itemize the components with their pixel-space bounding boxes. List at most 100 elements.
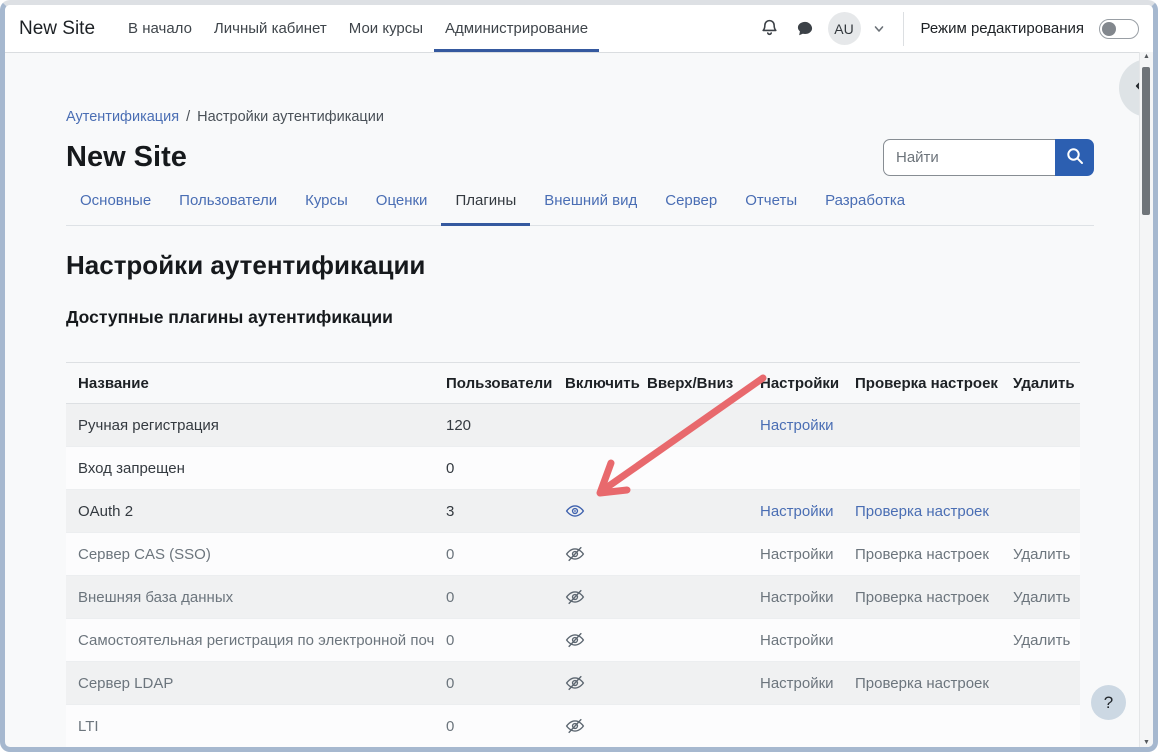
settings-cell: Настройки — [748, 417, 843, 434]
enable-cell — [553, 545, 635, 563]
test-settings-cell: Проверка настроек — [843, 503, 1001, 520]
vertical-scrollbar: ▲ ▼ — [1139, 52, 1153, 747]
delete-cell: Удалить — [1001, 632, 1080, 649]
table-body: Ручная регистрация120 Настройки Вход запре… — [66, 404, 1080, 748]
column-header-3: Вверх/Вниз — [635, 375, 748, 392]
scroll-up-arrow[interactable]: ▲ — [1140, 53, 1153, 60]
tab-1[interactable]: Пользователи — [165, 192, 291, 226]
tab-0[interactable]: Основные — [66, 192, 165, 226]
tab-5[interactable]: Внешний вид — [530, 192, 651, 226]
settings-cell: Настройки — [748, 632, 843, 649]
avatar[interactable]: AU — [828, 12, 861, 45]
settings-link[interactable]: Настройки — [760, 589, 834, 606]
nav-item-0[interactable]: В начало — [117, 5, 203, 52]
table-row: Внешняя база данных0 Настройки Проверка на… — [66, 576, 1080, 619]
delete-link[interactable]: Удалить — [1013, 632, 1070, 649]
chat-icon[interactable] — [793, 17, 817, 41]
tab-2[interactable]: Курсы — [291, 192, 362, 226]
plugin-name: LTI — [66, 718, 434, 735]
settings-link[interactable]: Настройки — [760, 417, 834, 434]
user-count: 0 — [434, 632, 553, 649]
enable-cell — [553, 674, 635, 692]
enable-cell — [553, 631, 635, 649]
user-count: 120 — [434, 417, 553, 434]
user-count: 0 — [434, 589, 553, 606]
search-input[interactable] — [883, 139, 1055, 176]
search-button[interactable] — [1055, 139, 1094, 176]
enable-cell — [553, 717, 635, 735]
plugin-name: Внешняя база данных — [66, 589, 434, 606]
test-settings-cell: Проверка настроек — [843, 675, 1001, 692]
test-settings-link[interactable]: Проверка настроек — [855, 546, 989, 563]
delete-link[interactable]: Удалить — [1013, 546, 1070, 563]
enable-cell — [553, 502, 635, 520]
test-settings-link[interactable]: Проверка настроек — [855, 589, 989, 606]
question-icon: ? — [1104, 693, 1113, 713]
user-count: 0 — [434, 718, 553, 735]
settings-link[interactable]: Настройки — [760, 632, 834, 649]
tab-7[interactable]: Отчеты — [731, 192, 811, 226]
table-row: Самостоятельная регистрация по электронн… — [66, 619, 1080, 662]
help-button[interactable]: ? — [1091, 685, 1126, 720]
section-subheading: Доступные плагины аутентификации — [66, 307, 1094, 328]
section-heading: Настройки аутентификации — [66, 250, 1094, 281]
primary-nav: В началоЛичный кабинетМои курсыАдминистр… — [117, 5, 599, 52]
tab-4[interactable]: Плагины — [441, 192, 530, 226]
settings-link[interactable]: Настройки — [760, 503, 834, 520]
user-count: 0 — [434, 460, 553, 477]
bell-icon[interactable] — [758, 17, 782, 41]
column-header-4: Настройки — [748, 375, 843, 392]
nav-item-1[interactable]: Личный кабинет — [203, 5, 338, 52]
eye-icon[interactable] — [565, 502, 585, 520]
nav-item-2[interactable]: Мои курсы — [338, 5, 434, 52]
toggle-knob — [1102, 22, 1116, 36]
site-brand[interactable]: New Site — [19, 5, 95, 52]
table-row: Сервер LDAP0НастройкиПроверка настроек — [66, 662, 1080, 705]
breadcrumb-link-authentication[interactable]: Аутентификация — [66, 109, 179, 125]
test-settings-cell: Проверка настроек — [843, 546, 1001, 563]
breadcrumb: Аутентификация/Настройки аутентификации — [66, 109, 1094, 125]
delete-link[interactable]: Удалить — [1013, 589, 1070, 606]
plugin-name: Сервер CAS (SSO) — [66, 546, 434, 563]
tab-3[interactable]: Оценки — [362, 192, 442, 226]
delete-cell: Удалить — [1001, 589, 1080, 606]
edit-mode-toggle[interactable] — [1099, 19, 1139, 39]
test-settings-link[interactable]: Проверка настроек — [855, 503, 989, 520]
eye-slash-icon[interactable] — [565, 717, 585, 735]
test-settings-link[interactable]: Проверка настроек — [855, 675, 989, 692]
enable-cell — [553, 588, 635, 606]
column-header-0: Название — [66, 375, 434, 392]
user-count: 3 — [434, 503, 553, 520]
search-box — [883, 139, 1094, 176]
scroll-down-arrow[interactable]: ▼ — [1140, 739, 1153, 746]
plugin-name: Самостоятельная регистрация по электронн… — [66, 632, 434, 649]
column-header-1: Пользователи — [434, 375, 553, 392]
column-header-5: Проверка настроек — [843, 375, 1001, 392]
settings-cell: Настройки — [748, 589, 843, 606]
scrollbar-thumb[interactable] — [1142, 67, 1150, 215]
eye-slash-icon[interactable] — [565, 545, 585, 563]
settings-link[interactable]: Настройки — [760, 675, 834, 692]
table-row: Вход запрещен0 — [66, 447, 1080, 490]
eye-slash-icon[interactable] — [565, 631, 585, 649]
settings-tabs: ОсновныеПользователиКурсыОценкиПлагиныВн… — [66, 192, 1094, 226]
settings-cell: Настройки — [748, 675, 843, 692]
main-content: Аутентификация/Настройки аутентификации … — [5, 109, 1153, 748]
page-title: New Site — [66, 141, 187, 174]
delete-cell: Удалить — [1001, 546, 1080, 563]
nav-item-3[interactable]: Администрирование — [434, 5, 599, 52]
settings-cell: Настройки — [748, 546, 843, 563]
settings-cell: Настройки — [748, 503, 843, 520]
eye-slash-icon[interactable] — [565, 588, 585, 606]
eye-slash-icon[interactable] — [565, 674, 585, 692]
table-row: Сервер CAS (SSO)0НастройкиПроверка настр… — [66, 533, 1080, 576]
plugin-name: Сервер LDAP — [66, 675, 434, 692]
plugin-name: Ручная регистрация — [66, 417, 434, 434]
avatar-initials: AU — [834, 21, 853, 37]
settings-link[interactable]: Настройки — [760, 546, 834, 563]
table-header-row: НазваниеПользователиВключитьВверх/ВнизНа… — [66, 362, 1080, 404]
tab-8[interactable]: Разработка — [811, 192, 919, 226]
table-row: Ручная регистрация120 Настройки — [66, 404, 1080, 447]
tab-6[interactable]: Сервер — [651, 192, 731, 226]
chevron-down-icon[interactable] — [872, 22, 886, 36]
